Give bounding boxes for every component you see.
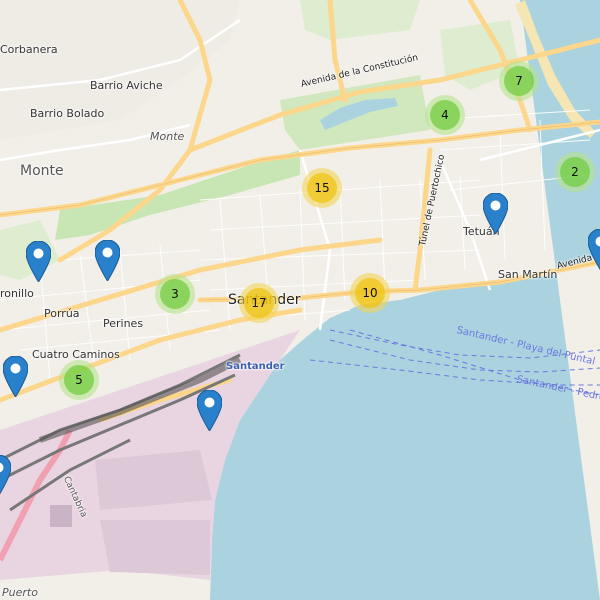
cluster-10[interactable]: 10	[350, 273, 390, 313]
map-pin-icon	[94, 239, 121, 282]
label-barrio-bolado: Barrio Bolado	[30, 107, 105, 120]
marker-tetuan[interactable]	[482, 192, 509, 235]
label-san-martin: San Martín	[498, 268, 558, 281]
label-barrio-aviche: Barrio Aviche	[90, 79, 163, 92]
cluster-17-count: 17	[244, 288, 274, 318]
cluster-15[interactable]: 15	[302, 168, 342, 208]
label-ronillo: ronillo	[0, 287, 34, 300]
park-north	[300, 0, 420, 40]
label-perines: Perines	[103, 317, 144, 330]
cluster-3[interactable]: 3	[155, 274, 195, 314]
map-pin-icon	[587, 228, 600, 271]
label-santander-station: Santander	[226, 361, 285, 372]
cluster-5-count: 5	[64, 365, 94, 395]
cluster-3-count: 3	[160, 279, 190, 309]
cluster-7-count: 7	[504, 66, 534, 96]
cluster-15-count: 15	[307, 173, 337, 203]
cluster-2[interactable]: 2	[555, 152, 595, 192]
marker-west-2[interactable]	[94, 239, 121, 282]
marker-west-1[interactable]	[25, 240, 52, 283]
cluster-7[interactable]: 7	[499, 61, 539, 101]
map-pin-icon	[196, 389, 223, 432]
map-pin-icon	[25, 240, 52, 283]
map-pin-icon	[0, 454, 12, 495]
map-pin-icon	[2, 355, 29, 398]
marker-port[interactable]	[196, 389, 223, 432]
cluster-2-count: 2	[560, 157, 590, 187]
label-cuatro-caminos: Cuatro Caminos	[32, 348, 120, 361]
map-pin-icon	[482, 192, 509, 235]
label-monte-park: Monte	[150, 130, 185, 143]
cluster-17[interactable]: 17	[239, 283, 279, 323]
label-corbanera: Corbanera	[0, 43, 58, 56]
cluster-4[interactable]: 4	[425, 95, 465, 135]
label-porrua: Porrúa	[44, 307, 80, 320]
port-docks	[95, 450, 212, 510]
port-docks-south	[100, 520, 210, 575]
label-puerto: Puerto	[2, 586, 38, 599]
marker-southwest-edge[interactable]	[0, 454, 12, 496]
cluster-10-count: 10	[355, 278, 385, 308]
map-view[interactable]: Corbanera Barrio Aviche Barrio Bolado Mo…	[0, 0, 600, 600]
cluster-4-count: 4	[430, 100, 460, 130]
marker-cuatro-caminos[interactable]	[2, 355, 29, 398]
marker-east-edge[interactable]	[587, 228, 600, 271]
label-monte: Monte	[20, 163, 64, 179]
port-square	[50, 505, 72, 527]
cluster-5[interactable]: 5	[59, 360, 99, 400]
